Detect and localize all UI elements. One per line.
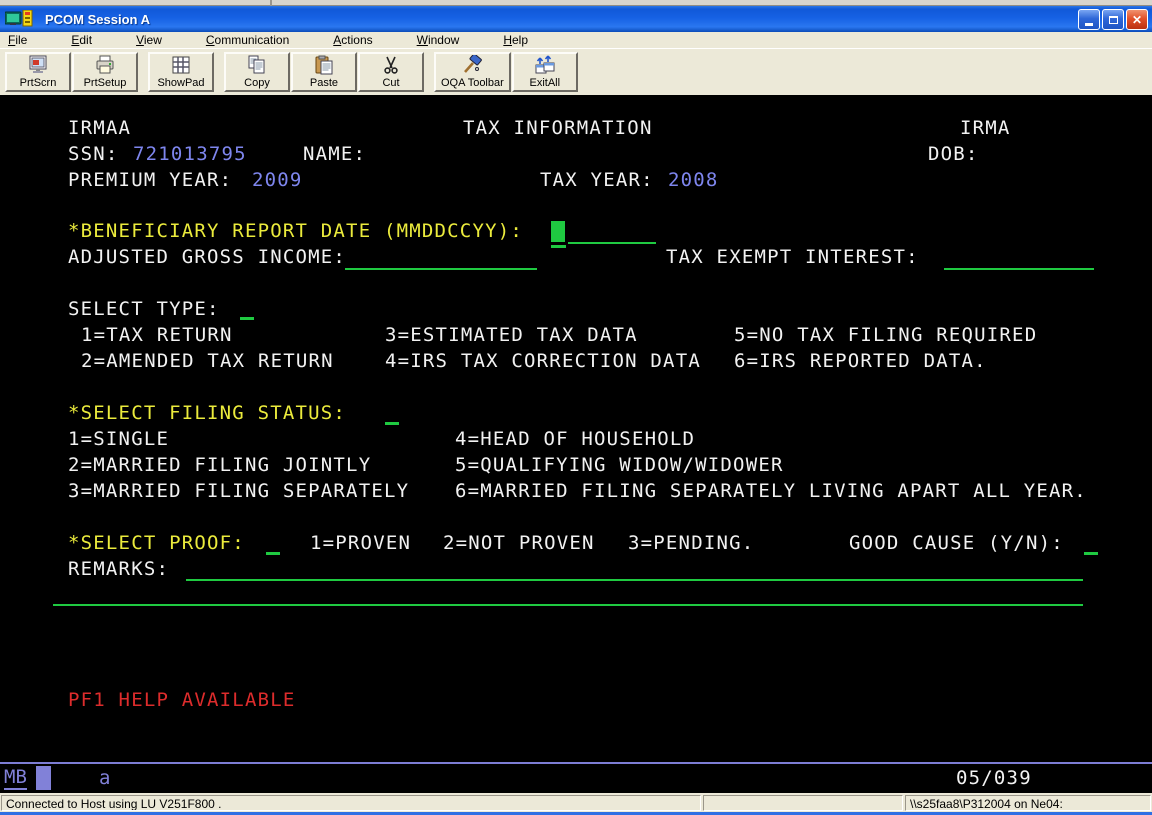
terminal-text-run: 721013795	[133, 144, 247, 165]
toolbar-button-label: Paste	[310, 76, 338, 90]
oqa-toolbar-icon	[461, 55, 483, 75]
cursor-position-indicator: 05/039	[956, 767, 1032, 789]
menu-item-actions[interactable]: Actions	[333, 33, 372, 47]
terminal-text-run: 1=TAX RETURN	[81, 325, 233, 346]
copy-icon	[246, 55, 268, 75]
toolbar-button-label: PrtScrn	[20, 76, 57, 90]
terminal-text-run: 2=AMENDED TAX RETURN	[81, 351, 334, 372]
select-proof-field[interactable]	[266, 552, 280, 555]
terminal-text-run: GOOD CAUSE (Y/N):	[849, 533, 1064, 554]
terminal-text-run: SSN:	[68, 144, 119, 165]
terminal-text-run: 2=NOT PROVEN	[443, 533, 595, 554]
toolbar-button-label: ExitAll	[530, 76, 561, 90]
menu-item-edit[interactable]: Edit	[71, 33, 92, 47]
terminal-text-run: 1=PROVEN	[310, 533, 411, 554]
toolbar-button-label: ShowPad	[157, 76, 204, 90]
toolbar-button-label: PrtSetup	[84, 76, 127, 90]
exitall-icon	[534, 55, 556, 75]
toolbar-button-oqa-toolbar[interactable]: OQA Toolbar	[434, 52, 511, 92]
remarks-field-line-2[interactable]	[53, 604, 1083, 606]
toolbar-button-paste[interactable]: Paste	[291, 52, 357, 92]
terminal-text-run: TAX EXEMPT INTEREST:	[666, 247, 919, 268]
oia-block-indicator	[36, 766, 51, 790]
menu-item-window[interactable]: Window	[417, 33, 460, 47]
operator-information-area: MB a 05/039	[0, 764, 1152, 793]
pcom-session-window: PCOM Session A ✕ File Edit View Communicati…	[0, 0, 1152, 815]
toolbar-button-prtsetup[interactable]: PrtSetup	[72, 52, 138, 92]
menu-item-view[interactable]: View	[136, 33, 162, 47]
print-setup-icon	[94, 55, 116, 75]
toolbar: PrtScrn PrtSetup ShowPad Copy Paste Cut OQA To…	[0, 48, 1152, 95]
menu-item-file[interactable]: File	[8, 33, 27, 47]
status-middle-panel	[703, 795, 903, 811]
restore-button-icon[interactable]	[1102, 9, 1124, 30]
oia-session-id: a	[99, 767, 110, 789]
app-icon	[5, 10, 39, 28]
terminal-text-run: 3=ESTIMATED TAX DATA	[385, 325, 638, 346]
toolbar-button-label: Cut	[382, 76, 399, 90]
terminal-screen[interactable]: IRMAA TAX INFORMATION IRMA SSN: 721013795 NAM…	[0, 95, 1152, 762]
terminal-text-run: 4=IRS TAX CORRECTION DATA	[385, 351, 701, 372]
terminal-text-run: REMARKS:	[68, 559, 169, 580]
terminal-text-run: 3=PENDING.	[628, 533, 754, 554]
select-type-field[interactable]	[240, 317, 254, 320]
select-filing-status-field[interactable]	[385, 422, 399, 425]
terminal-text-run: TAX INFORMATION	[463, 118, 653, 139]
minimize-button-icon[interactable]	[1078, 9, 1100, 30]
status-printer-text: \\s25faa8\P312004 on Ne04:	[905, 795, 1151, 811]
terminal-text-run: NAME:	[303, 144, 366, 165]
showpad-icon	[171, 55, 191, 75]
terminal-text-run: IRMA	[960, 118, 1011, 139]
toolbar-button-cut[interactable]: Cut	[358, 52, 424, 92]
terminal-text-run: 2=MARRIED FILING JOINTLY	[68, 455, 371, 476]
beneficiary-report-date-cursor-underline[interactable]	[551, 245, 566, 248]
terminal-cursor	[551, 221, 565, 242]
print-screen-icon	[27, 55, 49, 75]
terminal-text-run: ADJUSTED GROSS INCOME:	[68, 247, 346, 268]
status-connection-text: Connected to Host using LU V251F800 .	[1, 795, 701, 811]
cut-icon	[381, 55, 401, 75]
terminal-text-run: 3=MARRIED FILING SEPARATELY	[68, 481, 409, 502]
terminal-text-run: *SELECT FILING STATUS:	[68, 403, 346, 424]
terminal-text-run: 6=IRS REPORTED DATA.	[734, 351, 987, 372]
terminal-text-run: PF1 HELP AVAILABLE	[68, 690, 296, 711]
beneficiary-report-date-field[interactable]	[568, 242, 656, 244]
toolbar-button-showpad[interactable]: ShowPad	[148, 52, 214, 92]
toolbar-button-prtscrn[interactable]: PrtScrn	[5, 52, 71, 92]
toolbar-button-copy[interactable]: Copy	[224, 52, 290, 92]
title-bar[interactable]: PCOM Session A ✕	[0, 6, 1152, 32]
good-cause-field[interactable]	[1084, 552, 1098, 555]
adjusted-gross-income-field[interactable]	[345, 268, 537, 270]
toolbar-button-label: OQA Toolbar	[441, 76, 504, 90]
terminal-text-run: PREMIUM YEAR:	[68, 170, 232, 191]
terminal-text-run: DOB:	[928, 144, 979, 165]
terminal-text-run: 1=SINGLE	[68, 429, 169, 450]
oia-indicators: MB	[4, 766, 27, 790]
window-title: PCOM Session A	[45, 12, 150, 27]
close-button-icon[interactable]: ✕	[1126, 9, 1148, 30]
remarks-field-line-1[interactable]	[186, 579, 1083, 581]
terminal-text-run: 2009	[252, 170, 303, 191]
terminal-text-run: SELECT TYPE:	[68, 299, 220, 320]
terminal-text-run: TAX YEAR:	[540, 170, 654, 191]
terminal-text-run: 2008	[668, 170, 719, 191]
toolbar-button-exitall[interactable]: ExitAll	[512, 52, 578, 92]
paste-icon	[313, 55, 335, 75]
terminal-text-run: IRMAA	[68, 118, 131, 139]
terminal-text-run: 5=NO TAX FILING REQUIRED	[734, 325, 1037, 346]
terminal-text-run: 5=QUALIFYING WIDOW/WIDOWER	[455, 455, 784, 476]
terminal-text-run: 6=MARRIED FILING SEPARATELY LIVING APART…	[455, 481, 1087, 502]
status-bar: Connected to Host using LU V251F800 . \\…	[0, 793, 1152, 812]
terminal-text-run: 4=HEAD OF HOUSEHOLD	[455, 429, 695, 450]
terminal-text-run: *SELECT PROOF:	[68, 533, 245, 554]
menu-bar: File Edit View Communication Actions Window He…	[0, 32, 1152, 48]
toolbar-button-label: Copy	[244, 76, 270, 90]
menu-item-communication[interactable]: Communication	[206, 33, 289, 47]
menu-item-help[interactable]: Help	[503, 33, 528, 47]
terminal-text-run: *BENEFICIARY REPORT DATE (MMDDCCYY):	[68, 221, 523, 242]
tax-exempt-interest-field[interactable]	[944, 268, 1094, 270]
